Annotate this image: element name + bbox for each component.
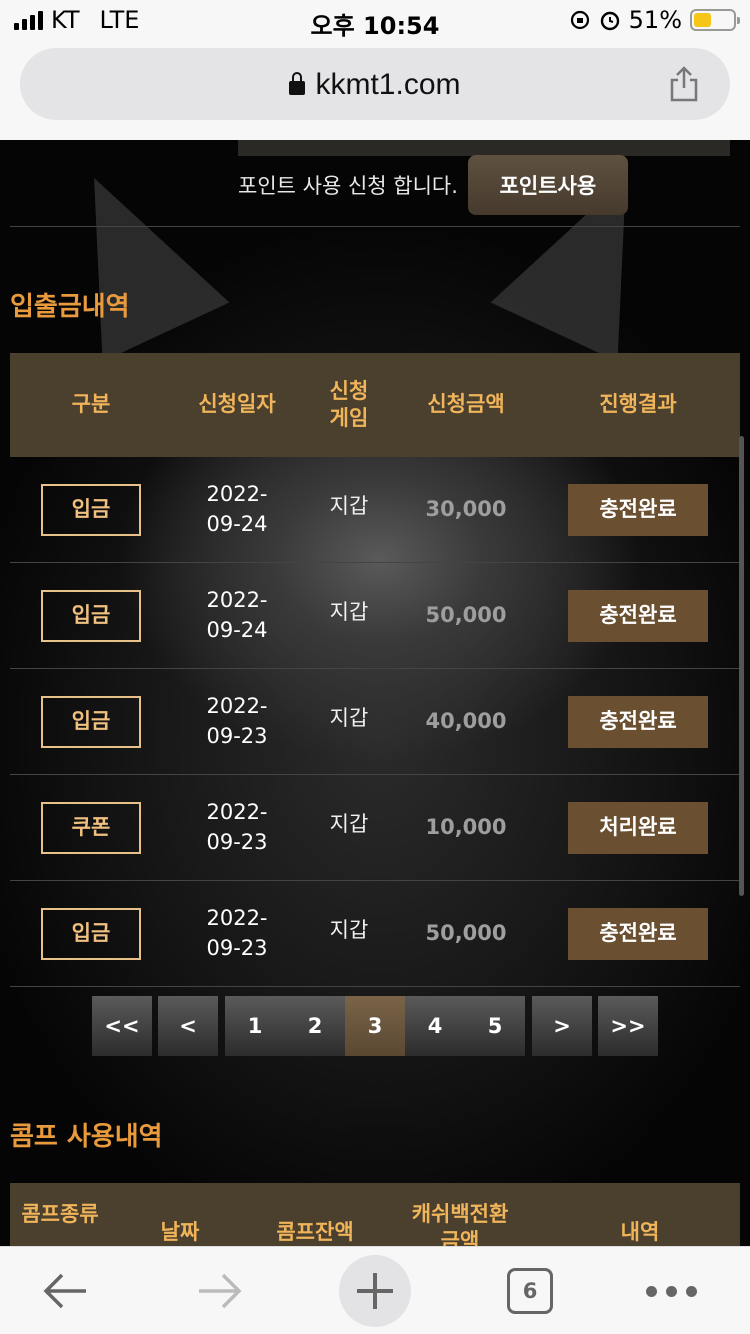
table-row: 입금 2022- 09-24 지갑 50,000 충전완료 (10, 563, 740, 669)
address-bar[interactable]: kkmt1.com (20, 48, 730, 120)
point-request-text: 포인트 사용 신청 합니다. (238, 174, 458, 198)
header-comp-detail: 내역 (620, 1220, 660, 1244)
battery-percent: 51% (628, 6, 682, 34)
result-button[interactable]: 충전완료 (568, 483, 708, 536)
request-date: 2022- 09-24 (206, 482, 268, 536)
request-game: 지갑 (329, 917, 369, 942)
browser-address-area: kkmt1.com (0, 40, 750, 140)
back-arrow-icon (43, 1273, 86, 1309)
tab-count: 6 (507, 1268, 553, 1314)
status-bar: KT LTE 오후 10:54 51% (0, 0, 750, 40)
deposit-table-header: 구분 신청일자 신청 게임 신청금액 진행결과 (10, 353, 740, 457)
input-frame (238, 140, 730, 156)
request-amount: 30,000 (425, 496, 507, 521)
header-comp-type: 콤프종류 (21, 1202, 99, 1226)
back-button[interactable] (30, 1247, 100, 1334)
new-tab-button[interactable] (338, 1247, 412, 1334)
point-request-row: 포인트 사용 신청 합니다. 포인트사용 (238, 155, 628, 215)
request-amount: 50,000 (425, 920, 507, 945)
result-button[interactable]: 충전완료 (568, 695, 708, 748)
prev-page-button[interactable]: < (158, 996, 218, 1056)
background-decoration (30, 148, 230, 362)
request-amount: 50,000 (425, 602, 507, 627)
request-amount: 40,000 (425, 708, 507, 733)
request-amount: 10,000 (425, 814, 507, 839)
type-badge: 입금 (41, 695, 141, 748)
request-date: 2022- 09-23 (206, 694, 268, 748)
lock-icon (289, 72, 306, 95)
table-row: 입금 2022- 09-23 지갑 40,000 충전완료 (10, 669, 740, 775)
comp-history-title: 콤프 사용내역 (10, 1122, 163, 1152)
result-button[interactable]: 충전완료 (568, 907, 708, 960)
plus-icon (357, 1273, 393, 1309)
header-amount: 신청금액 (427, 392, 505, 417)
request-date: 2022- 09-23 (206, 906, 268, 960)
header-type: 구분 (71, 392, 111, 417)
page-button[interactable]: 1 (225, 996, 285, 1056)
first-page-button[interactable]: << (92, 996, 152, 1056)
deposit-history-title: 입출금내역 (10, 292, 130, 322)
rotation-lock-icon (570, 10, 589, 30)
type-badge: 입금 (41, 589, 141, 642)
result-button[interactable]: 충전완료 (568, 589, 708, 642)
header-game: 신청 게임 (329, 378, 369, 430)
more-icon (645, 1285, 697, 1297)
url-text: kkmt1.com (315, 68, 461, 101)
type-badge: 입금 (41, 907, 141, 960)
page-content: 포인트 사용 신청 합니다. 포인트사용 입출금내역 구분 신청일자 신청 게임… (0, 140, 750, 1246)
type-badge: 입금 (41, 483, 141, 536)
table-row: 입금 2022- 09-23 지갑 50,000 충전완료 (10, 881, 740, 987)
page-button-current[interactable]: 3 (345, 996, 405, 1056)
table-row: 입금 2022- 09-24 지갑 30,000 충전완료 (10, 457, 740, 563)
page-button[interactable]: 2 (285, 996, 345, 1056)
request-date: 2022- 09-24 (206, 588, 268, 642)
alarm-icon (600, 11, 619, 31)
battery-icon (690, 9, 740, 31)
request-game: 지갑 (329, 705, 369, 730)
browser-toolbar: 6 (0, 1246, 750, 1334)
forward-button[interactable] (185, 1247, 255, 1334)
last-page-button[interactable]: >> (598, 996, 658, 1056)
header-comp-balance: 콤프잔액 (276, 1220, 354, 1244)
page-button[interactable]: 4 (405, 996, 465, 1056)
share-icon[interactable] (666, 64, 702, 104)
divider (10, 226, 740, 227)
use-points-button[interactable]: 포인트사용 (467, 155, 628, 215)
result-button[interactable]: 처리완료 (568, 801, 708, 854)
more-button[interactable] (636, 1247, 706, 1334)
pagination: << < 1 2 3 4 5 > >> (0, 996, 750, 1056)
request-date: 2022- 09-23 (206, 800, 268, 854)
header-result: 진행결과 (599, 392, 677, 417)
request-game: 지갑 (329, 811, 369, 836)
header-comp-date: 날짜 (160, 1220, 200, 1244)
next-page-button[interactable]: > (532, 996, 592, 1056)
header-date: 신청일자 (198, 392, 276, 417)
scrollbar[interactable] (739, 436, 744, 896)
table-row: 쿠폰 2022- 09-23 지갑 10,000 처리완료 (10, 775, 740, 881)
type-badge: 쿠폰 (41, 801, 141, 854)
request-game: 지갑 (329, 599, 369, 624)
header-comp-cashback: 캐쉬백전환금액 (411, 1202, 509, 1246)
page-button[interactable]: 5 (465, 996, 525, 1056)
request-game: 지갑 (329, 493, 369, 518)
forward-arrow-icon (199, 1273, 242, 1309)
comp-table-header: 콤프종류 날짜 콤프잔액 캐쉬백전환금액 내역 (10, 1183, 740, 1246)
tabs-button[interactable]: 6 (500, 1247, 560, 1334)
